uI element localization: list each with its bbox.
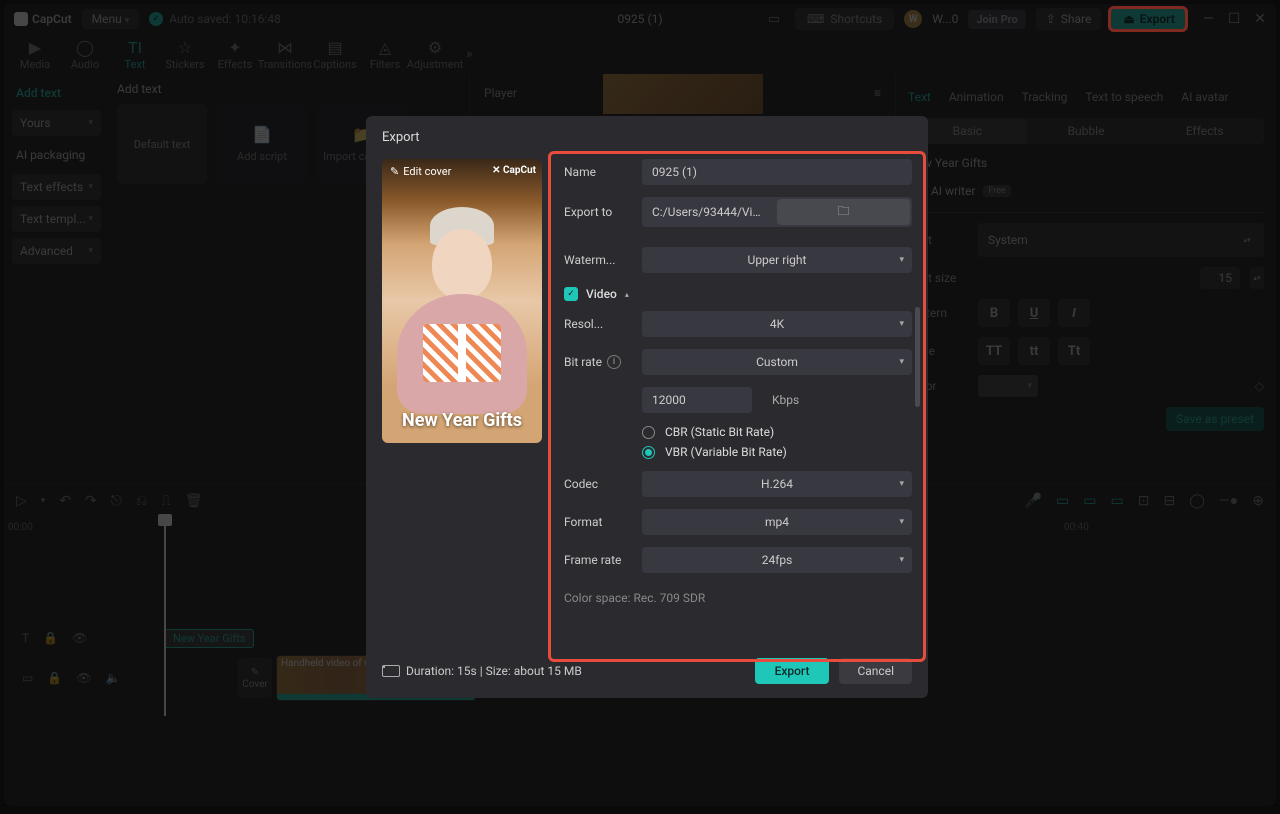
scrollbar[interactable] (915, 307, 920, 407)
info-icon[interactable]: i (607, 355, 621, 369)
name-input[interactable]: 0925 (1) (642, 159, 912, 185)
export-path: C:/Users/93444/Vide... (642, 199, 775, 225)
export-confirm-button[interactable]: Export (755, 658, 830, 684)
vbr-radio[interactable] (642, 446, 655, 459)
export-info: Duration: 15s | Size: about 15 MB (382, 664, 582, 678)
dialog-title: Export (382, 130, 912, 145)
video-checkbox[interactable]: ✓ (564, 287, 578, 301)
cover-text: New Year Gifts (382, 410, 542, 431)
bitrate-select[interactable]: Custom▾ (642, 349, 912, 375)
resolution-select[interactable]: 4K▾ (642, 311, 912, 337)
export-dialog: Export ✎ Edit cover ✕ CapCut New Year Gi… (366, 116, 928, 698)
cover-watermark: ✕ CapCut (492, 165, 536, 176)
bitrate-value-input[interactable]: 12000 (642, 387, 752, 413)
cover-preview: ✎ Edit cover ✕ CapCut New Year Gifts (382, 159, 542, 443)
cbr-radio[interactable] (642, 426, 655, 439)
video-section-header[interactable]: ✓ Video ▴ (564, 287, 912, 301)
codec-select[interactable]: H.264▾ (642, 471, 912, 497)
film-icon (382, 665, 400, 677)
color-space-label: Color space: Rec. 709 SDR (564, 591, 912, 605)
cancel-button[interactable]: Cancel (839, 658, 912, 684)
edit-cover-button[interactable]: ✎ Edit cover (390, 165, 451, 178)
format-select[interactable]: mp4▾ (642, 509, 912, 535)
framerate-select[interactable]: 24fps▾ (642, 547, 912, 573)
browse-folder-button[interactable]: 🗀 (777, 199, 910, 225)
watermark-select[interactable]: Upper right▾ (642, 247, 912, 273)
